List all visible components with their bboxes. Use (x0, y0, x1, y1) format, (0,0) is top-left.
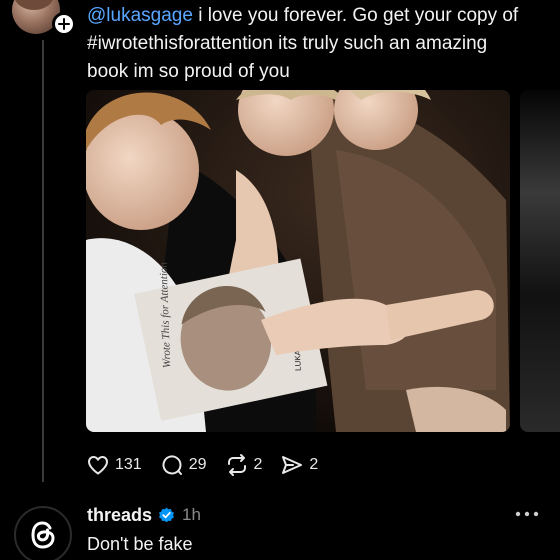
post-text: @lukasgage i love you forever. Go get yo… (87, 2, 547, 86)
avatar-photo (14, 0, 54, 10)
verified-badge-icon (159, 507, 174, 522)
share-button[interactable]: 2 (280, 453, 318, 477)
comment-icon (162, 455, 182, 475)
threads-logo-icon (31, 521, 55, 549)
share-count: 2 (309, 456, 319, 473)
post-text-line-3: book im so proud of you (87, 61, 290, 82)
like-button[interactable]: 131 (86, 453, 142, 477)
send-icon (282, 456, 303, 474)
threads-avatar[interactable] (14, 506, 72, 560)
mention-link[interactable]: @lukasgage (87, 5, 193, 26)
post-text-line-2: #iwrotethisforattention its truly such a… (87, 33, 488, 54)
thread-connector-line (42, 40, 44, 482)
reply-text: Don't be fake (87, 534, 193, 554)
reply-header: threads 1h (87, 503, 201, 527)
repost-button[interactable]: 2 (225, 453, 263, 477)
heart-icon (88, 456, 108, 475)
reply-timestamp: 1h (182, 505, 201, 524)
post-photo-2[interactable] (520, 90, 560, 432)
plus-icon (58, 18, 70, 30)
follow-plus-button[interactable] (52, 12, 76, 36)
post-photo[interactable]: Wrote This for Attention LUKAS (86, 90, 510, 432)
repost-count: 2 (253, 456, 263, 473)
post-text-line-1: i love you forever. Go get your copy of (192, 5, 519, 26)
photo-illustration: Wrote This for Attention LUKAS (86, 90, 510, 432)
reply-username[interactable]: threads (87, 505, 152, 526)
like-count: 131 (115, 456, 142, 473)
more-options-icon[interactable] (513, 506, 541, 522)
reply-count: 29 (188, 456, 207, 473)
post-actions: 131 29 2 2 (86, 452, 336, 478)
reply-button[interactable]: 29 (160, 453, 207, 477)
repost-icon (227, 454, 246, 476)
